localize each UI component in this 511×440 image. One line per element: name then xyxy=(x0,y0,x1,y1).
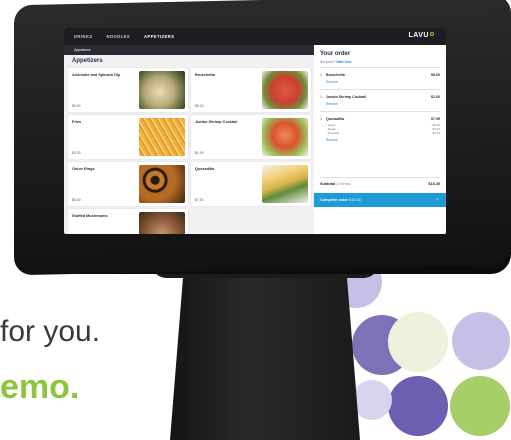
line-price: $1.00 xyxy=(431,95,440,99)
line-name: Jumbo Shrimp Cocktail xyxy=(326,95,367,99)
menu-item-name: Fries xyxy=(72,120,82,124)
subtotal-row: Subtotal (3 items) $18.45 xyxy=(320,182,440,186)
order-line: 1 Jumbo Shrimp Cocktail $1.00 Remove xyxy=(320,95,440,106)
brand-logo: LAVU xyxy=(408,32,434,39)
onion-rings-image xyxy=(139,165,185,203)
menu-item-name: Onion Rings xyxy=(72,167,95,171)
subtotal-count: (3 items) xyxy=(336,182,352,186)
menu-item-name: Bruschetta xyxy=(195,73,215,77)
marketing-tagline: for you. xyxy=(0,315,101,348)
order-panel: Your order Not yours? Start Over 1 Brusch… xyxy=(314,45,446,234)
fries-image xyxy=(139,118,185,156)
remove-link[interactable]: Remove xyxy=(326,138,440,142)
mushrooms-image xyxy=(139,212,185,234)
subtotal-value: $18.45 xyxy=(428,182,440,186)
menu-card-bruschetta[interactable]: Bruschetta $5.00 xyxy=(191,68,311,112)
menu-item-name: Quesadilla xyxy=(195,167,215,171)
guest-prompt-text: Not yours? xyxy=(320,60,336,64)
menu-card-shrimp-cocktail[interactable]: Jumbo Shrimp Cocktail $1.00 xyxy=(191,115,311,159)
complete-order-amount: $18.45 xyxy=(349,198,361,202)
line-price: $7.95 xyxy=(431,117,440,121)
menu-card-fries[interactable]: Fries $3.00 xyxy=(68,115,188,159)
remove-link[interactable]: Remove xyxy=(326,102,440,106)
line-modifier: - Avocado $1.50 xyxy=(326,131,440,135)
menu-item-price: $5.00 xyxy=(72,198,81,202)
order-title: Your order xyxy=(320,51,351,57)
remove-link[interactable]: Remove xyxy=(326,80,440,84)
decorative-circle-cream-mid xyxy=(388,312,448,372)
shrimp-image xyxy=(262,118,308,156)
complete-order-button[interactable]: Complete order $18.45 › xyxy=(314,193,446,207)
decorative-circle-green-low xyxy=(450,376,510,436)
menu-grid: Artichoke and Spinach Dip $5.00 Bruschet… xyxy=(68,68,313,234)
order-guest-prompt: Not yours? Start Over xyxy=(320,60,352,64)
subtotal-label: Subtotal xyxy=(320,182,336,186)
start-over-link[interactable]: Start Over xyxy=(336,60,351,64)
decorative-circle-purple-low xyxy=(388,376,448,436)
brand-logo-text: LAVU xyxy=(408,32,429,39)
section-title: Appetizers xyxy=(72,58,103,64)
line-name: Quesadilla xyxy=(326,117,345,121)
tab-drinks[interactable]: DRINKS xyxy=(74,34,92,39)
menu-item-price: $5.00 xyxy=(72,104,81,108)
complete-order-label: Complete order xyxy=(320,198,349,202)
menu-card-onion-rings[interactable]: Onion Rings $5.00 xyxy=(68,162,188,206)
tablet-screen: DRINKS NOODLES APPETIZERS LAVU Appetizer… xyxy=(64,28,446,234)
menu-item-price: $5.00 xyxy=(195,104,204,108)
modifier-price: $1.50 xyxy=(432,131,440,135)
menu-item-price: $3.00 xyxy=(72,151,81,155)
tab-noodles[interactable]: NOODLES xyxy=(106,34,130,39)
menu-item-name: Artichoke and Spinach Dip xyxy=(72,73,121,77)
line-price: $5.00 xyxy=(431,73,440,77)
spinach-dip-image xyxy=(139,71,185,109)
menu-item-price: $1.00 xyxy=(195,151,204,155)
breadcrumb: Appetizers xyxy=(64,45,314,55)
menu-card-spinach-dip[interactable]: Artichoke and Spinach Dip $5.00 xyxy=(68,68,188,112)
order-line: 1 Quesadilla $7.95 - Large $0.00 - Steak $3… xyxy=(320,117,440,142)
menu-card-stuffed-mushrooms[interactable]: Stuffed Mushrooms xyxy=(68,209,188,234)
order-line: 1 Bruschetta $5.00 Remove xyxy=(320,73,440,84)
kiosk-stand xyxy=(170,250,360,440)
menu-item-name: Stuffed Mushrooms xyxy=(72,214,108,218)
menu-card-quesadilla[interactable]: Quesadilla $7.00 xyxy=(191,162,311,206)
decorative-circle-lavender-mid xyxy=(452,312,510,370)
quesadilla-image xyxy=(262,165,308,203)
marketing-cta[interactable]: emo. xyxy=(0,368,79,407)
logo-mark-icon xyxy=(430,32,434,36)
top-nav: DRINKS NOODLES APPETIZERS LAVU xyxy=(64,28,446,45)
bruschetta-image xyxy=(262,71,308,109)
tab-appetizers[interactable]: APPETIZERS xyxy=(144,34,174,39)
decorative-circle-lavender-low xyxy=(352,380,392,420)
chevron-right-icon: › xyxy=(436,197,438,203)
line-name: Bruschetta xyxy=(326,73,345,77)
menu-item-name: Jumbo Shrimp Cocktail xyxy=(195,120,238,124)
modifier-label: - Avocado xyxy=(326,131,340,135)
menu-item-price: $7.00 xyxy=(195,198,204,202)
